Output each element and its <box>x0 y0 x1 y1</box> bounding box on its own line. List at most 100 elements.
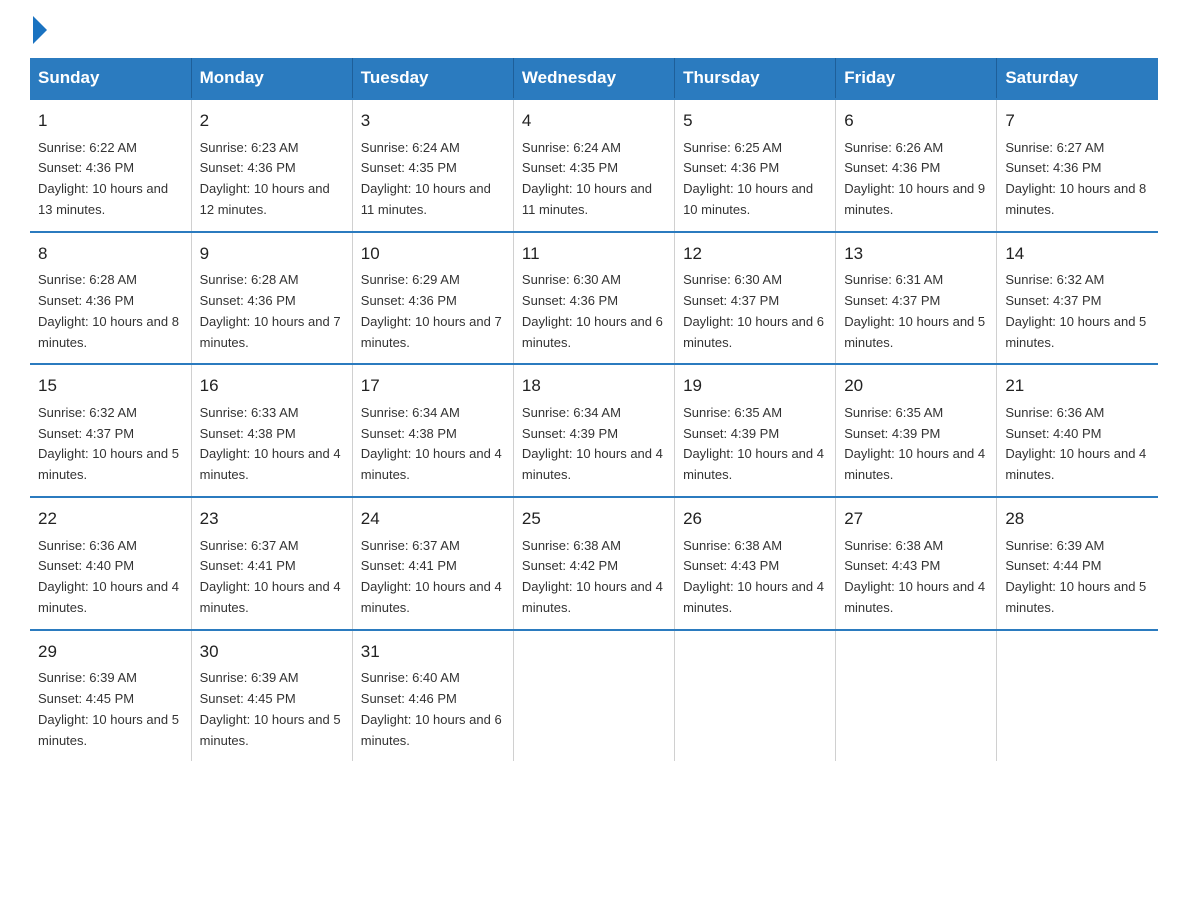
day-number: 18 <box>522 373 666 399</box>
calendar-day-cell: 17 Sunrise: 6:34 AM Sunset: 4:38 PM Dayl… <box>352 364 513 497</box>
page-header <box>30 20 1158 40</box>
day-info: Sunrise: 6:34 AM Sunset: 4:39 PM Dayligh… <box>522 403 666 486</box>
weekday-header-monday: Monday <box>191 58 352 99</box>
calendar-day-cell: 2 Sunrise: 6:23 AM Sunset: 4:36 PM Dayli… <box>191 99 352 232</box>
calendar-day-cell: 1 Sunrise: 6:22 AM Sunset: 4:36 PM Dayli… <box>30 99 191 232</box>
calendar-day-cell: 10 Sunrise: 6:29 AM Sunset: 4:36 PM Dayl… <box>352 232 513 365</box>
calendar-body: 1 Sunrise: 6:22 AM Sunset: 4:36 PM Dayli… <box>30 99 1158 761</box>
calendar-day-cell: 23 Sunrise: 6:37 AM Sunset: 4:41 PM Dayl… <box>191 497 352 630</box>
day-info: Sunrise: 6:32 AM Sunset: 4:37 PM Dayligh… <box>1005 270 1150 353</box>
calendar-day-cell: 18 Sunrise: 6:34 AM Sunset: 4:39 PM Dayl… <box>513 364 674 497</box>
day-number: 4 <box>522 108 666 134</box>
day-number: 26 <box>683 506 827 532</box>
day-number: 16 <box>200 373 344 399</box>
calendar-day-cell: 9 Sunrise: 6:28 AM Sunset: 4:36 PM Dayli… <box>191 232 352 365</box>
calendar-day-cell: 21 Sunrise: 6:36 AM Sunset: 4:40 PM Dayl… <box>997 364 1158 497</box>
day-info: Sunrise: 6:38 AM Sunset: 4:43 PM Dayligh… <box>844 536 988 619</box>
logo-triangle-icon <box>33 16 47 44</box>
day-info: Sunrise: 6:37 AM Sunset: 4:41 PM Dayligh… <box>361 536 505 619</box>
day-number: 27 <box>844 506 988 532</box>
calendar-day-cell: 12 Sunrise: 6:30 AM Sunset: 4:37 PM Dayl… <box>675 232 836 365</box>
weekday-header-tuesday: Tuesday <box>352 58 513 99</box>
day-number: 3 <box>361 108 505 134</box>
day-number: 28 <box>1005 506 1150 532</box>
day-info: Sunrise: 6:31 AM Sunset: 4:37 PM Dayligh… <box>844 270 988 353</box>
calendar-week-row: 8 Sunrise: 6:28 AM Sunset: 4:36 PM Dayli… <box>30 232 1158 365</box>
calendar-day-cell: 31 Sunrise: 6:40 AM Sunset: 4:46 PM Dayl… <box>352 630 513 762</box>
day-number: 14 <box>1005 241 1150 267</box>
day-number: 6 <box>844 108 988 134</box>
day-number: 5 <box>683 108 827 134</box>
calendar-day-cell: 15 Sunrise: 6:32 AM Sunset: 4:37 PM Dayl… <box>30 364 191 497</box>
calendar-day-cell: 16 Sunrise: 6:33 AM Sunset: 4:38 PM Dayl… <box>191 364 352 497</box>
calendar-day-cell <box>675 630 836 762</box>
calendar-day-cell: 25 Sunrise: 6:38 AM Sunset: 4:42 PM Dayl… <box>513 497 674 630</box>
weekday-header-friday: Friday <box>836 58 997 99</box>
calendar-day-cell: 11 Sunrise: 6:30 AM Sunset: 4:36 PM Dayl… <box>513 232 674 365</box>
day-info: Sunrise: 6:36 AM Sunset: 4:40 PM Dayligh… <box>38 536 183 619</box>
calendar-week-row: 15 Sunrise: 6:32 AM Sunset: 4:37 PM Dayl… <box>30 364 1158 497</box>
calendar-day-cell: 22 Sunrise: 6:36 AM Sunset: 4:40 PM Dayl… <box>30 497 191 630</box>
calendar-day-cell: 4 Sunrise: 6:24 AM Sunset: 4:35 PM Dayli… <box>513 99 674 232</box>
calendar-day-cell: 3 Sunrise: 6:24 AM Sunset: 4:35 PM Dayli… <box>352 99 513 232</box>
weekday-header-sunday: Sunday <box>30 58 191 99</box>
day-info: Sunrise: 6:30 AM Sunset: 4:36 PM Dayligh… <box>522 270 666 353</box>
day-info: Sunrise: 6:38 AM Sunset: 4:42 PM Dayligh… <box>522 536 666 619</box>
calendar-day-cell: 8 Sunrise: 6:28 AM Sunset: 4:36 PM Dayli… <box>30 232 191 365</box>
day-info: Sunrise: 6:24 AM Sunset: 4:35 PM Dayligh… <box>522 138 666 221</box>
calendar-day-cell: 5 Sunrise: 6:25 AM Sunset: 4:36 PM Dayli… <box>675 99 836 232</box>
calendar-week-row: 1 Sunrise: 6:22 AM Sunset: 4:36 PM Dayli… <box>30 99 1158 232</box>
logo <box>30 20 47 40</box>
calendar-day-cell: 19 Sunrise: 6:35 AM Sunset: 4:39 PM Dayl… <box>675 364 836 497</box>
day-info: Sunrise: 6:38 AM Sunset: 4:43 PM Dayligh… <box>683 536 827 619</box>
day-info: Sunrise: 6:32 AM Sunset: 4:37 PM Dayligh… <box>38 403 183 486</box>
calendar-table: SundayMondayTuesdayWednesdayThursdayFrid… <box>30 58 1158 761</box>
calendar-day-cell: 14 Sunrise: 6:32 AM Sunset: 4:37 PM Dayl… <box>997 232 1158 365</box>
day-number: 19 <box>683 373 827 399</box>
calendar-header: SundayMondayTuesdayWednesdayThursdayFrid… <box>30 58 1158 99</box>
day-number: 21 <box>1005 373 1150 399</box>
day-info: Sunrise: 6:33 AM Sunset: 4:38 PM Dayligh… <box>200 403 344 486</box>
day-info: Sunrise: 6:34 AM Sunset: 4:38 PM Dayligh… <box>361 403 505 486</box>
day-number: 25 <box>522 506 666 532</box>
day-info: Sunrise: 6:29 AM Sunset: 4:36 PM Dayligh… <box>361 270 505 353</box>
weekday-header-thursday: Thursday <box>675 58 836 99</box>
calendar-day-cell: 30 Sunrise: 6:39 AM Sunset: 4:45 PM Dayl… <box>191 630 352 762</box>
calendar-day-cell: 27 Sunrise: 6:38 AM Sunset: 4:43 PM Dayl… <box>836 497 997 630</box>
day-info: Sunrise: 6:23 AM Sunset: 4:36 PM Dayligh… <box>200 138 344 221</box>
day-info: Sunrise: 6:28 AM Sunset: 4:36 PM Dayligh… <box>200 270 344 353</box>
day-number: 10 <box>361 241 505 267</box>
weekday-header-row: SundayMondayTuesdayWednesdayThursdayFrid… <box>30 58 1158 99</box>
day-number: 20 <box>844 373 988 399</box>
day-number: 30 <box>200 639 344 665</box>
day-number: 17 <box>361 373 505 399</box>
day-info: Sunrise: 6:39 AM Sunset: 4:45 PM Dayligh… <box>200 668 344 751</box>
calendar-day-cell: 13 Sunrise: 6:31 AM Sunset: 4:37 PM Dayl… <box>836 232 997 365</box>
calendar-week-row: 22 Sunrise: 6:36 AM Sunset: 4:40 PM Dayl… <box>30 497 1158 630</box>
day-info: Sunrise: 6:22 AM Sunset: 4:36 PM Dayligh… <box>38 138 183 221</box>
day-number: 11 <box>522 241 666 267</box>
calendar-day-cell: 20 Sunrise: 6:35 AM Sunset: 4:39 PM Dayl… <box>836 364 997 497</box>
calendar-day-cell <box>513 630 674 762</box>
day-number: 31 <box>361 639 505 665</box>
weekday-header-wednesday: Wednesday <box>513 58 674 99</box>
day-number: 12 <box>683 241 827 267</box>
calendar-day-cell: 26 Sunrise: 6:38 AM Sunset: 4:43 PM Dayl… <box>675 497 836 630</box>
day-number: 13 <box>844 241 988 267</box>
calendar-day-cell <box>836 630 997 762</box>
day-info: Sunrise: 6:35 AM Sunset: 4:39 PM Dayligh… <box>683 403 827 486</box>
day-number: 15 <box>38 373 183 399</box>
day-info: Sunrise: 6:40 AM Sunset: 4:46 PM Dayligh… <box>361 668 505 751</box>
day-number: 9 <box>200 241 344 267</box>
day-info: Sunrise: 6:25 AM Sunset: 4:36 PM Dayligh… <box>683 138 827 221</box>
day-info: Sunrise: 6:36 AM Sunset: 4:40 PM Dayligh… <box>1005 403 1150 486</box>
calendar-day-cell: 7 Sunrise: 6:27 AM Sunset: 4:36 PM Dayli… <box>997 99 1158 232</box>
calendar-day-cell: 29 Sunrise: 6:39 AM Sunset: 4:45 PM Dayl… <box>30 630 191 762</box>
day-number: 23 <box>200 506 344 532</box>
calendar-week-row: 29 Sunrise: 6:39 AM Sunset: 4:45 PM Dayl… <box>30 630 1158 762</box>
day-number: 24 <box>361 506 505 532</box>
day-number: 7 <box>1005 108 1150 134</box>
day-info: Sunrise: 6:30 AM Sunset: 4:37 PM Dayligh… <box>683 270 827 353</box>
day-info: Sunrise: 6:39 AM Sunset: 4:44 PM Dayligh… <box>1005 536 1150 619</box>
day-info: Sunrise: 6:24 AM Sunset: 4:35 PM Dayligh… <box>361 138 505 221</box>
